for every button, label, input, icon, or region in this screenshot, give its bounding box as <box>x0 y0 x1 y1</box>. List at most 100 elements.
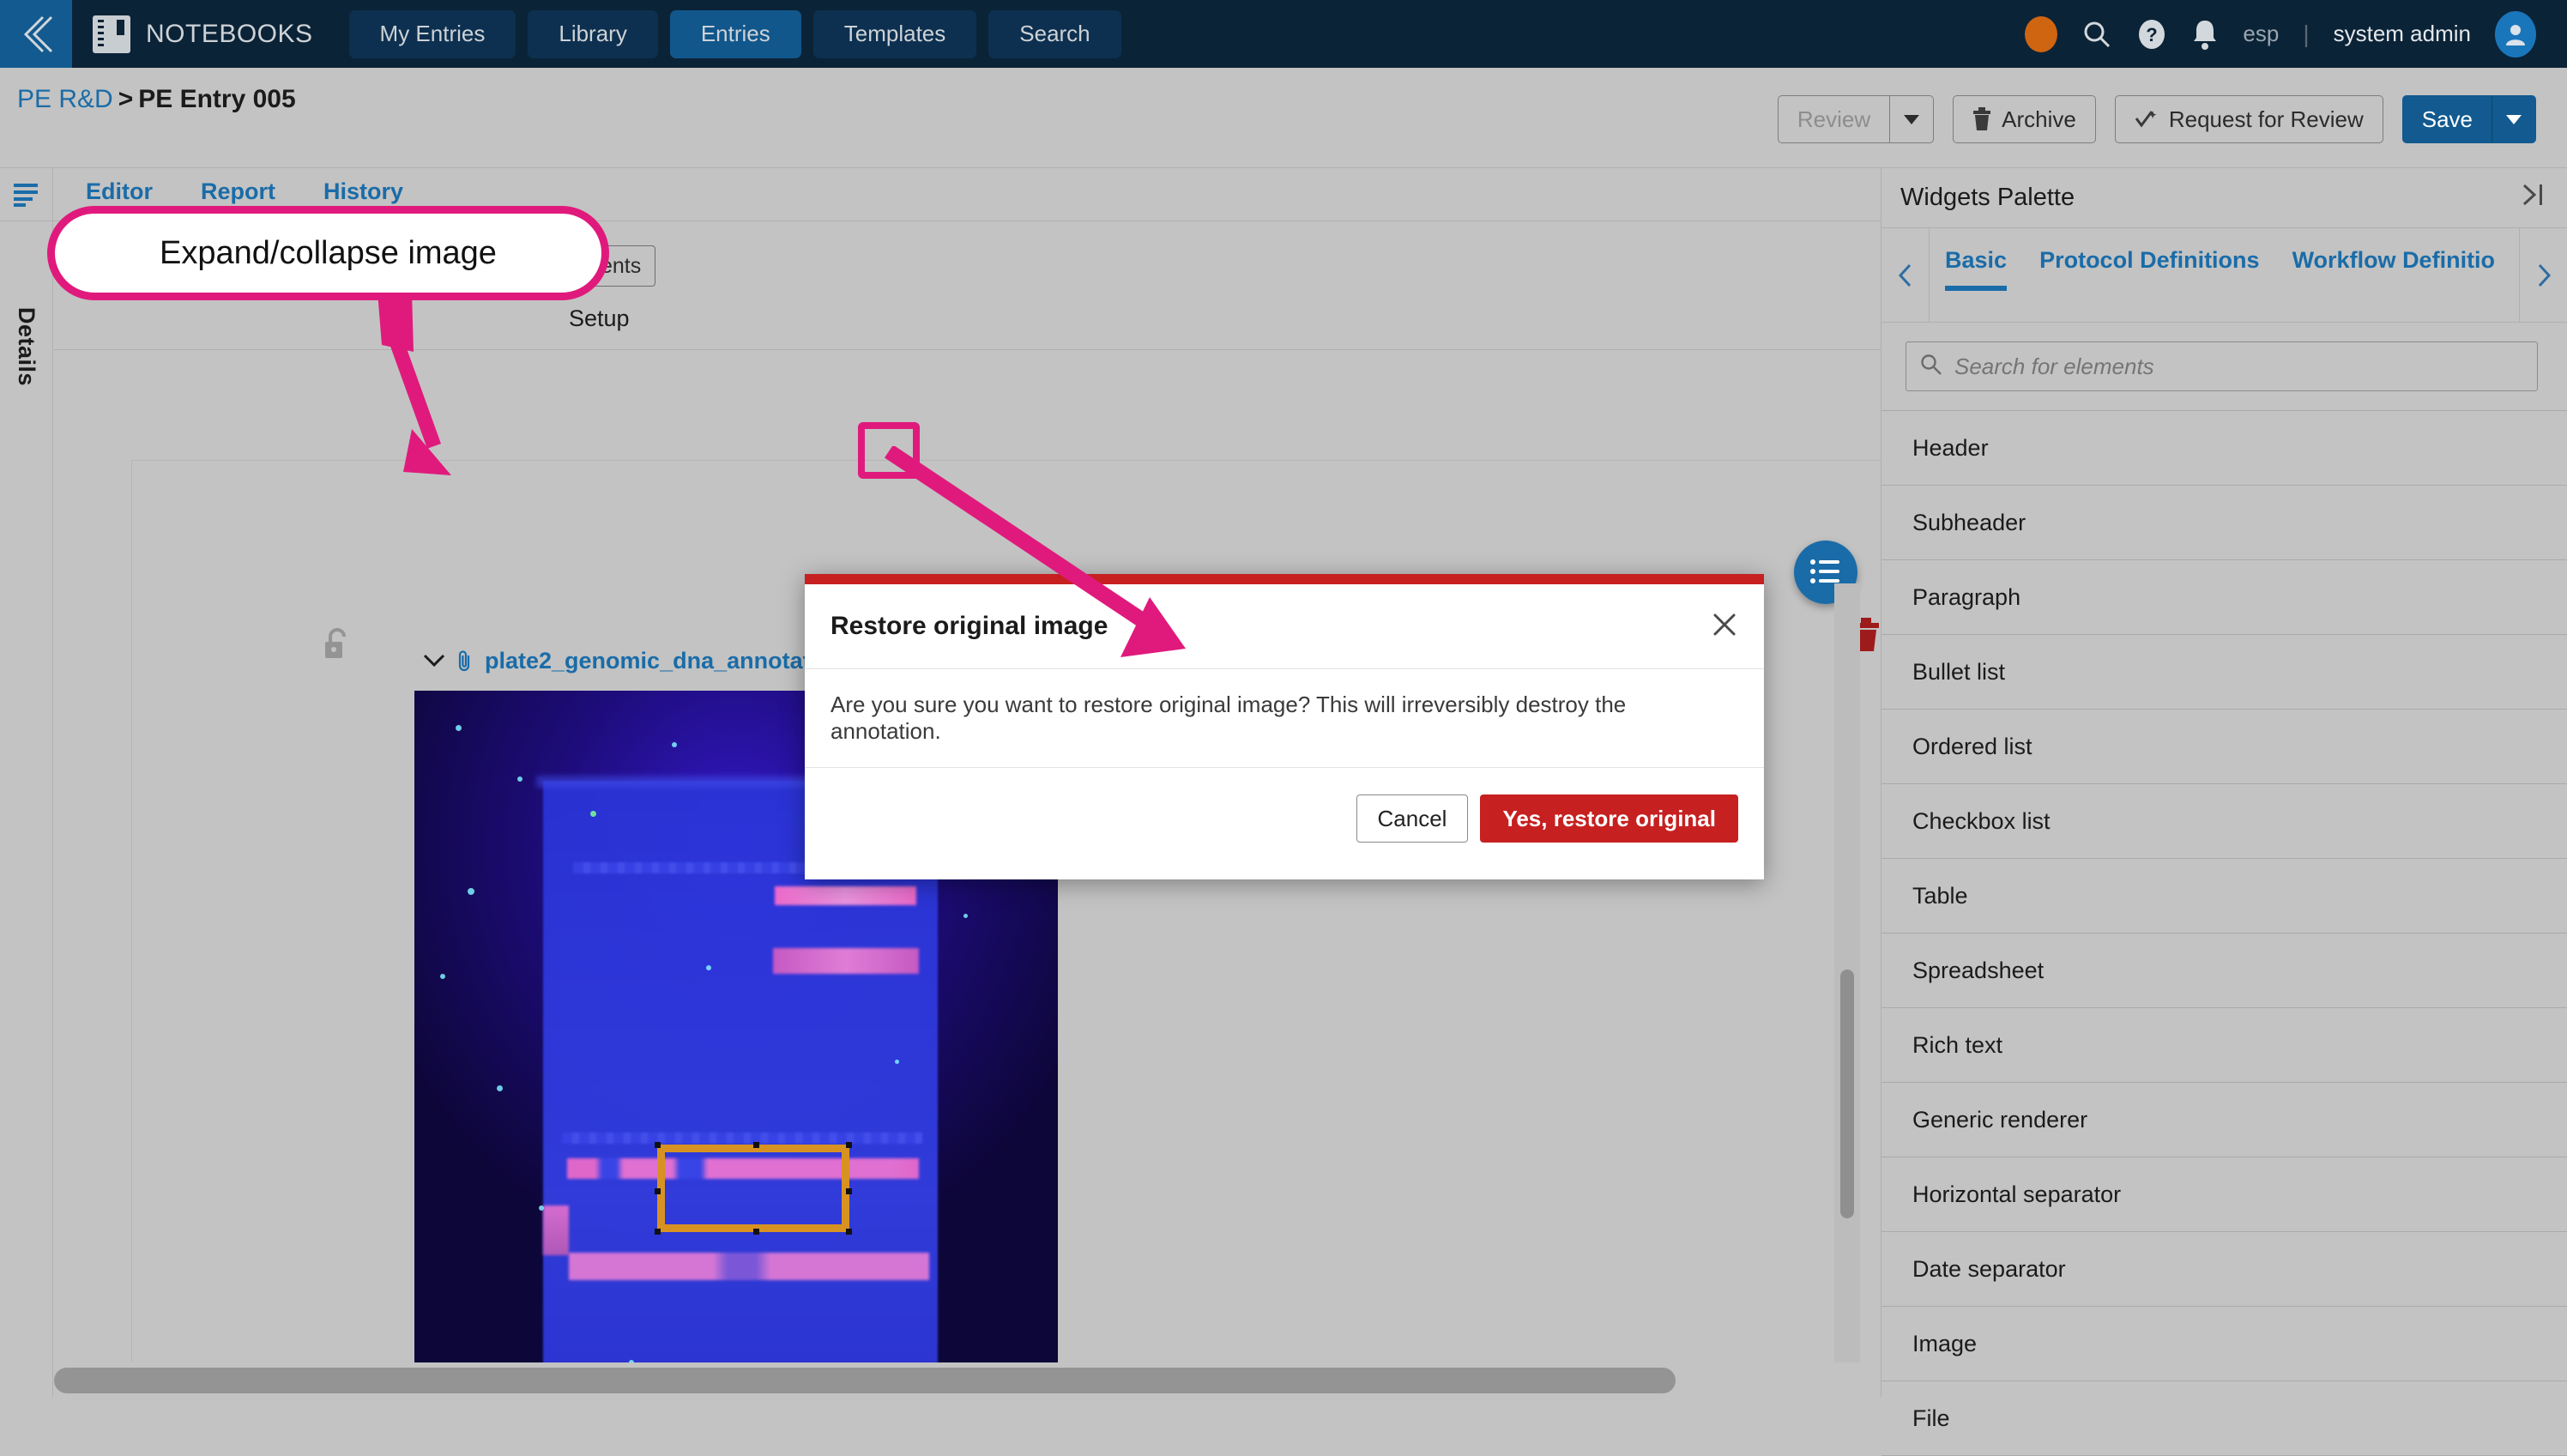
collapse-right-icon[interactable] <box>2519 182 2548 214</box>
widgets-search-wrapper <box>1881 323 2567 410</box>
widgets-palette-tabbar: Basic Protocol Definitions Workflow Defi… <box>1881 228 2567 323</box>
callout-arrow-left <box>378 292 451 475</box>
chevron-left-icon[interactable] <box>1881 228 1930 322</box>
nav-separator: | <box>2303 20 2310 47</box>
annotation-handle[interactable] <box>846 1142 852 1148</box>
back-chevron-button[interactable] <box>0 0 72 68</box>
main-nav-tabs: My Entries Library Entries Templates Sea… <box>348 9 1121 58</box>
widget-item-date-separator[interactable]: Date separator <box>1881 1232 2567 1307</box>
status-indicator-dot[interactable] <box>2025 15 2058 52</box>
archive-button-label: Archive <box>2002 106 2076 132</box>
search-input[interactable] <box>1954 353 2523 380</box>
review-dropdown-toggle[interactable] <box>1889 95 1935 143</box>
widget-item-paragraph[interactable]: Paragraph <box>1881 560 2567 635</box>
search-icon[interactable] <box>2081 19 2112 50</box>
callout-text: Expand/collapse image <box>160 234 497 271</box>
chevron-left-double-icon <box>23 15 53 52</box>
gel-speck <box>468 888 474 895</box>
language-selector[interactable]: esp <box>2243 21 2279 47</box>
chevron-down-icon[interactable] <box>423 653 445 668</box>
gel-speck <box>590 811 596 817</box>
callout-bubble: Expand/collapse image <box>47 206 609 300</box>
widget-item-checkbox-list[interactable]: Checkbox list <box>1881 784 2567 859</box>
widget-item-file[interactable]: File <box>1881 1381 2567 1456</box>
save-split-button: Save <box>2401 95 2536 143</box>
nav-tab-templates[interactable]: Templates <box>812 9 977 58</box>
user-avatar-icon <box>2506 24 2525 45</box>
dialog-message: Are you sure you want to restore origina… <box>830 692 1627 744</box>
close-x-icon[interactable] <box>1711 611 1738 643</box>
page-title: PE Entry 005 <box>138 85 296 113</box>
request-for-review-button[interactable]: Request for Review <box>2114 95 2383 143</box>
gel-speck <box>456 725 462 731</box>
tab-protocol-definitions[interactable]: Protocol Definitions <box>2039 247 2260 286</box>
annotation-handle[interactable] <box>846 1188 852 1194</box>
annotation-handle[interactable] <box>655 1229 661 1235</box>
save-dropdown-toggle[interactable] <box>2492 95 2536 143</box>
widget-item-header[interactable]: Header <box>1881 411 2567 486</box>
help-circle-icon[interactable]: ? <box>2136 18 2167 51</box>
confirm-restore-button[interactable]: Yes, restore original <box>1480 794 1738 843</box>
widgets-palette-title: Widgets Palette <box>1900 184 2075 211</box>
review-button[interactable]: Review <box>1777 95 1890 143</box>
gel-speck <box>706 965 711 970</box>
avatar[interactable] <box>2495 10 2536 57</box>
gel-speck <box>440 974 445 979</box>
widget-item-rich-text[interactable]: Rich text <box>1881 1008 2567 1083</box>
widget-item-horizontal-separator[interactable]: Horizontal separator <box>1881 1157 2567 1232</box>
widgets-scrollbar-thumb[interactable] <box>1840 970 1854 1218</box>
widget-item-subheader[interactable]: Subheader <box>1881 486 2567 560</box>
gel-speck <box>672 742 677 747</box>
nav-tab-my-entries[interactable]: My Entries <box>348 9 516 58</box>
tab-report[interactable]: Report <box>201 178 275 205</box>
sidebar-toggle-button[interactable] <box>0 168 53 221</box>
nav-tab-search[interactable]: Search <box>988 9 1121 58</box>
chevron-down-icon <box>2506 114 2522 124</box>
nav-right-cluster: ? esp | system admin <box>2025 10 2567 57</box>
widget-item-ordered-list[interactable]: Ordered list <box>1881 710 2567 784</box>
widgets-palette-panel: Widgets Palette Basic Protocol Definitio… <box>1881 168 2567 1456</box>
chevron-right-icon[interactable] <box>2519 228 2567 322</box>
trash-icon <box>1973 107 1991 130</box>
breadcrumb-root-link[interactable]: PE R&D <box>17 85 113 113</box>
callout-arrow-to-dialog <box>885 446 1186 657</box>
widget-item-image[interactable]: Image <box>1881 1307 2567 1381</box>
unlock-icon[interactable] <box>322 626 351 665</box>
details-rail[interactable]: Details <box>0 221 53 1397</box>
search-input-container[interactable] <box>1906 341 2538 391</box>
annotation-handle[interactable] <box>655 1188 661 1194</box>
tab-editor[interactable]: Editor <box>86 178 153 205</box>
notification-bell-icon[interactable] <box>2191 18 2219 51</box>
widgets-list: Header Subheader Paragraph Bullet list O… <box>1881 410 2567 1456</box>
details-rail-label: Details <box>14 307 39 387</box>
widgets-palette-header: Widgets Palette <box>1881 168 2567 228</box>
save-button[interactable]: Save <box>2401 95 2492 143</box>
widget-item-bullet-list[interactable]: Bullet list <box>1881 635 2567 710</box>
gel-band-row-1 <box>775 886 916 905</box>
widget-item-generic-renderer[interactable]: Generic renderer <box>1881 1083 2567 1157</box>
tab-workflow-definitions[interactable]: Workflow Definitio <box>2292 247 2496 286</box>
image-annotation-rectangle[interactable] <box>655 1142 852 1235</box>
search-icon <box>1920 353 1942 380</box>
nav-tab-entries[interactable]: Entries <box>669 9 801 58</box>
annotation-handle[interactable] <box>753 1229 759 1235</box>
tab-basic[interactable]: Basic <box>1945 247 2008 291</box>
request-for-review-label: Request for Review <box>2168 106 2364 132</box>
annotation-handle[interactable] <box>846 1229 852 1235</box>
widget-item-table[interactable]: Table <box>1881 859 2567 933</box>
archive-button[interactable]: Archive <box>1953 95 2096 143</box>
gel-band-row-2 <box>773 948 919 974</box>
annotation-handle[interactable] <box>655 1142 661 1148</box>
cancel-button[interactable]: Cancel <box>1356 794 1469 843</box>
editor-hscrollbar-thumb[interactable] <box>54 1368 1676 1393</box>
notebook-icon <box>93 15 130 53</box>
review-split-button: Review <box>1777 95 1935 143</box>
username-label[interactable]: system admin <box>2334 21 2471 47</box>
annotation-handle[interactable] <box>753 1142 759 1148</box>
widgets-palette-tablist: Basic Protocol Definitions Workflow Defi… <box>1930 228 2519 322</box>
nav-tab-library[interactable]: Library <box>528 9 658 58</box>
widget-item-spreadsheet[interactable]: Spreadsheet <box>1881 933 2567 1008</box>
tab-history[interactable]: History <box>323 178 403 205</box>
gel-speck <box>497 1085 503 1091</box>
dialog-body: Are you sure you want to restore origina… <box>805 669 1764 768</box>
